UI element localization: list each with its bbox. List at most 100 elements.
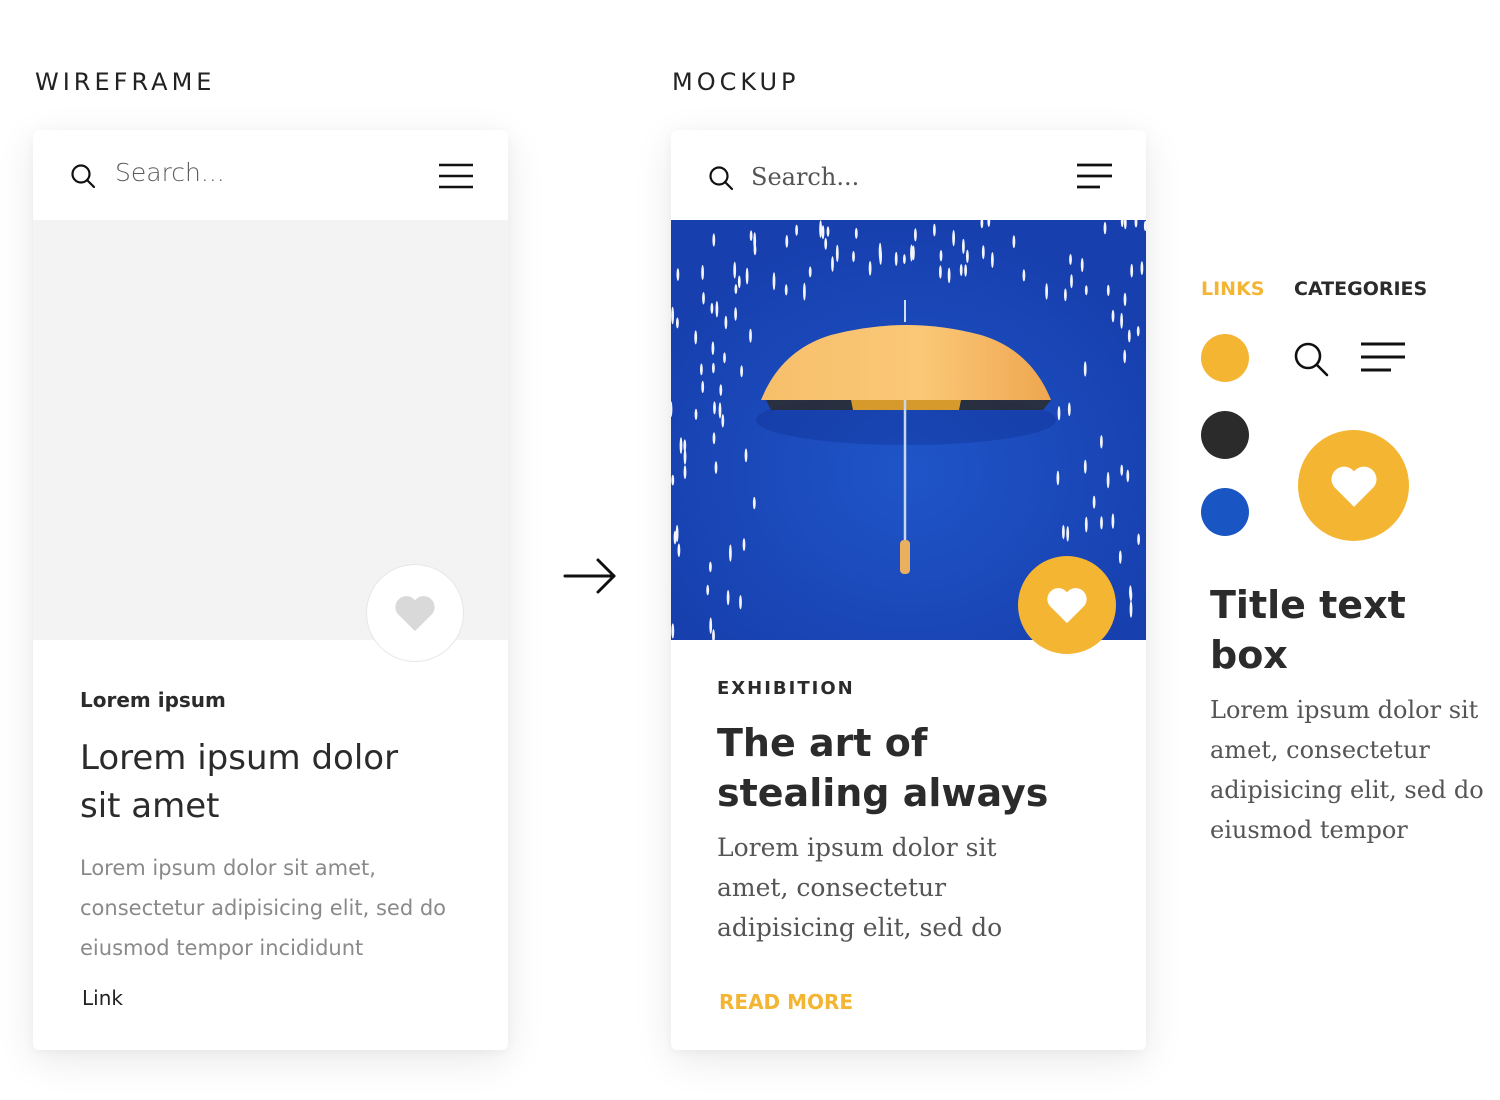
rain-drop — [1083, 361, 1087, 377]
rain-drop — [675, 525, 679, 542]
rain-drop — [1120, 464, 1124, 476]
rain-drop — [1120, 312, 1123, 329]
rain-drop — [740, 365, 743, 378]
rain-drop — [752, 496, 756, 510]
search-icon — [1294, 342, 1329, 377]
rain-drop — [1057, 406, 1061, 421]
rain-drop — [933, 223, 936, 237]
rain-drop — [1111, 309, 1115, 323]
rain-drop — [879, 247, 882, 265]
favorite-button[interactable] — [366, 564, 464, 662]
rain-drop — [683, 465, 687, 479]
rain-drop — [772, 272, 776, 291]
categories-style-label: CATEGORIES — [1294, 278, 1428, 300]
rain-drop — [991, 252, 994, 268]
body-text-sample: Lorem ipsum dolor sit amet, consectetur … — [1210, 696, 1484, 844]
rain-drop — [903, 254, 906, 265]
favorite-button[interactable] — [1018, 556, 1116, 654]
rain-drop — [729, 544, 732, 562]
rain-drop — [784, 284, 788, 296]
rain-drop — [1100, 516, 1103, 530]
rain-drop — [808, 266, 812, 278]
rain-drop — [1084, 285, 1088, 296]
rain-drop — [1062, 525, 1065, 540]
search-icon[interactable] — [69, 162, 97, 190]
rain-drop — [713, 401, 716, 415]
color-swatch-blue — [1201, 488, 1249, 536]
rain-drop — [706, 584, 710, 596]
card-description: Lorem ipsum dolor sit amet, consectetur … — [717, 833, 1003, 942]
search-icon[interactable] — [707, 164, 735, 192]
rain-drop — [1045, 283, 1048, 300]
rain-drop — [709, 561, 712, 573]
rain-drop — [1066, 526, 1070, 542]
rain-drop — [721, 414, 725, 428]
rain-drop — [1070, 274, 1073, 289]
rain-drop — [671, 306, 674, 325]
rain-drop — [712, 233, 716, 247]
menu-lines-icon — [1361, 342, 1405, 372]
rain-drop — [1083, 459, 1087, 474]
rain-drop — [737, 275, 741, 289]
rain-drop — [734, 307, 737, 321]
rain-drop — [744, 448, 748, 463]
rain-drop — [1136, 326, 1140, 337]
rain-drop — [1111, 513, 1115, 529]
rain-drop — [749, 328, 752, 343]
rain-drop — [854, 227, 858, 239]
search-input[interactable]: Search... — [751, 163, 859, 191]
hamburger-menu-icon[interactable] — [438, 162, 474, 190]
rain-drop — [952, 230, 955, 247]
card-link[interactable]: Link — [82, 986, 123, 1010]
rain-drop — [726, 590, 730, 606]
rain-drop — [671, 474, 675, 486]
rain-drop — [714, 461, 718, 474]
rain-drop — [723, 352, 726, 364]
rain-drop — [1056, 470, 1060, 486]
rain-drop — [702, 292, 705, 305]
search-input[interactable]: Search... — [115, 158, 225, 187]
rain-drop — [962, 238, 965, 254]
rain-drop — [831, 256, 834, 272]
rain-drop — [939, 250, 943, 262]
rain-drop — [1067, 402, 1071, 417]
mockup-search-bar: Search... — [671, 130, 1146, 220]
rain-drop — [679, 437, 683, 454]
rain-drop — [819, 220, 822, 238]
rain-drop — [739, 595, 742, 610]
rain-drop — [803, 282, 806, 301]
rain-drop — [1069, 254, 1072, 265]
rain-drop — [1129, 600, 1133, 618]
arrow-right-icon — [563, 558, 616, 594]
rain-drop — [719, 384, 723, 396]
rain-drop — [724, 315, 728, 330]
rain-drop — [1140, 261, 1144, 275]
wireframe-search-bar: Search... — [33, 130, 508, 220]
rain-drop — [1084, 516, 1088, 533]
read-more-link[interactable]: READ MORE — [719, 990, 853, 1014]
rain-drop — [964, 264, 967, 277]
rain-drop — [821, 225, 825, 240]
rain-drop — [947, 267, 951, 284]
rain-drop — [939, 265, 942, 279]
rain-drop — [1129, 589, 1133, 602]
rain-drop — [852, 251, 855, 263]
rain-drop — [1064, 288, 1067, 302]
rain-drop — [1137, 533, 1140, 546]
rain-drop — [683, 449, 687, 465]
rain-drop — [677, 543, 681, 557]
rain-drop — [1123, 292, 1127, 307]
rain-drop — [1012, 235, 1016, 249]
menu-lines-icon[interactable] — [1076, 163, 1112, 191]
rain-drop — [914, 228, 917, 242]
rain-drop — [1106, 284, 1110, 297]
rain-drop — [1126, 469, 1130, 483]
rain-drop — [749, 230, 753, 241]
category-label: EXHIBITION — [717, 678, 855, 699]
rain-drop — [711, 341, 715, 355]
rain-drop — [785, 235, 789, 248]
rain-drop — [709, 617, 713, 634]
rain-drop — [826, 226, 830, 237]
mockup-label: MOCKUP — [672, 68, 800, 96]
favorite-button-sample — [1298, 430, 1409, 541]
